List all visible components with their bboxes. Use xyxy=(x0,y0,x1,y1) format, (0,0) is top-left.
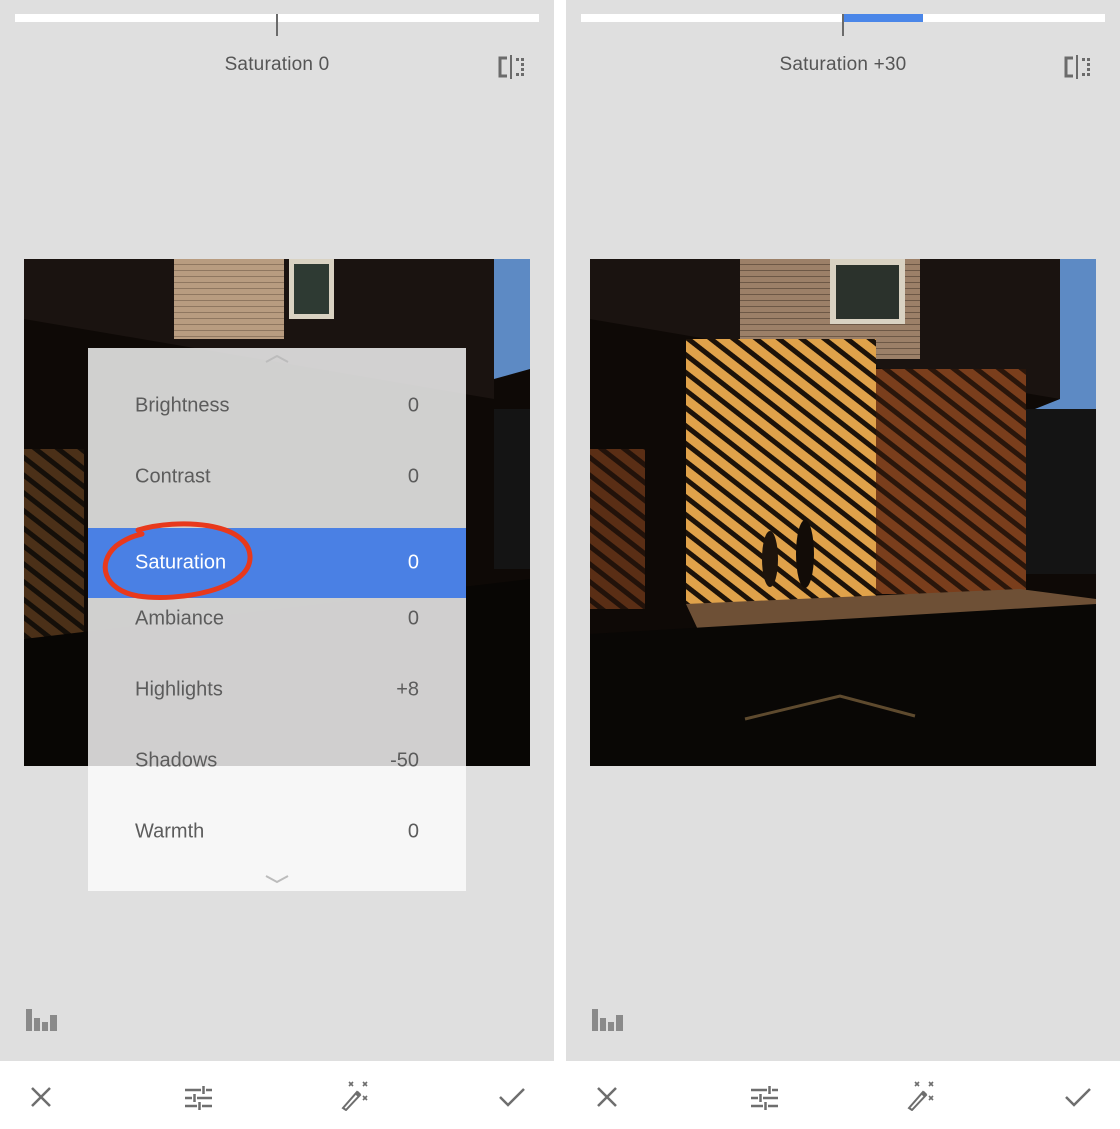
menu-item-value: 0 xyxy=(407,551,419,574)
magic-wand-icon xyxy=(907,1081,934,1111)
tune-button[interactable] xyxy=(750,1081,780,1111)
compare-split-icon xyxy=(498,55,524,79)
menu-item-label: Ambiance xyxy=(135,607,224,630)
menu-item-label: Highlights xyxy=(135,678,223,701)
close-icon xyxy=(597,1087,617,1107)
adjustment-label: Saturation 0 xyxy=(224,54,330,75)
sliders-icon xyxy=(185,1086,212,1110)
bottom-toolbar xyxy=(566,1061,1120,1129)
editor-panel-before: Saturation 0 Brightness 0 Contrast 0 Sat… xyxy=(0,0,554,1129)
street-photo xyxy=(590,259,1096,766)
magic-wand-icon xyxy=(341,1081,368,1111)
menu-item-value: -50 xyxy=(390,749,419,772)
compare-split-icon xyxy=(1064,55,1090,79)
menu-item-label: Shadows xyxy=(135,749,218,772)
apply-button[interactable] xyxy=(497,1081,527,1111)
menu-item-ambiance[interactable]: Ambiance 0 xyxy=(88,584,466,654)
menu-item-value: +8 xyxy=(396,678,419,701)
compare-button[interactable] xyxy=(497,53,529,81)
editor-panel-after: Saturation +30 xyxy=(566,0,1120,1129)
close-icon xyxy=(31,1087,51,1107)
menu-item-label: Contrast xyxy=(135,465,211,488)
checkmark-icon xyxy=(1065,1088,1091,1107)
slider-center-tick xyxy=(276,14,278,36)
auto-adjust-button[interactable] xyxy=(340,1081,370,1111)
menu-item-shadows[interactable]: Shadows -50 xyxy=(88,726,466,796)
apply-button[interactable] xyxy=(1063,1081,1093,1111)
menu-item-value: 0 xyxy=(407,394,419,417)
menu-item-value: 0 xyxy=(407,465,419,488)
panel-divider xyxy=(554,0,566,1129)
sliders-icon xyxy=(751,1086,778,1110)
adjustment-menu: Brightness 0 Contrast 0 Saturation 0 Amb… xyxy=(88,348,466,891)
menu-item-label: Warmth xyxy=(135,820,205,843)
histogram-icon xyxy=(592,1009,623,1031)
bottom-toolbar xyxy=(0,1061,554,1129)
histogram-icon xyxy=(26,1009,57,1031)
checkmark-icon xyxy=(499,1088,525,1107)
photo-preview xyxy=(590,259,1096,766)
menu-item-value: 0 xyxy=(407,820,419,843)
menu-item-contrast[interactable]: Contrast 0 xyxy=(88,442,466,512)
compare-button[interactable] xyxy=(1063,53,1095,81)
menu-item-label: Brightness xyxy=(135,394,230,417)
menu-item-highlights[interactable]: Highlights +8 xyxy=(88,655,466,725)
cancel-button[interactable] xyxy=(27,1081,57,1111)
slider-center-tick xyxy=(842,14,844,36)
tune-button[interactable] xyxy=(184,1081,214,1111)
chevron-up-icon[interactable] xyxy=(262,352,292,366)
menu-item-warmth[interactable]: Warmth 0 xyxy=(88,797,466,867)
cancel-button[interactable] xyxy=(593,1081,623,1111)
menu-item-brightness[interactable]: Brightness 0 xyxy=(88,371,466,441)
histogram-button[interactable] xyxy=(591,1007,625,1033)
adjustment-label: Saturation +30 xyxy=(779,54,907,75)
histogram-button[interactable] xyxy=(25,1007,59,1033)
menu-item-value: 0 xyxy=(407,607,419,630)
slider-fill xyxy=(844,14,923,22)
chevron-down-icon[interactable] xyxy=(262,872,292,886)
menu-item-label: Saturation xyxy=(135,551,227,574)
auto-adjust-button[interactable] xyxy=(906,1081,936,1111)
